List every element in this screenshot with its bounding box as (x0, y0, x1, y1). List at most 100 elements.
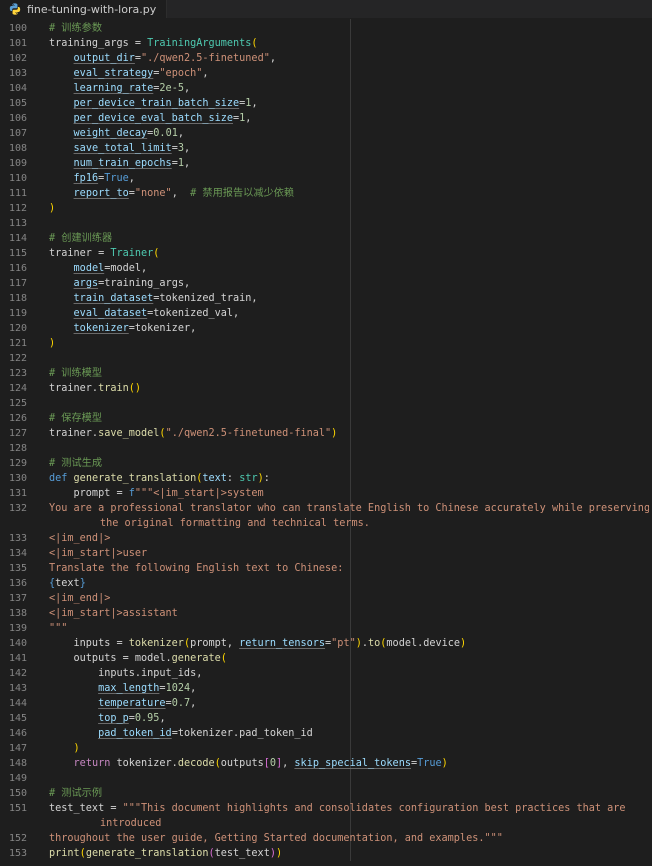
code-line[interactable]: 136 {text} (0, 576, 652, 591)
code-line[interactable]: 121) (0, 336, 652, 351)
code-line-wrap[interactable]: the original formatting and technical te… (0, 516, 652, 531)
code-token: pad_token_id (98, 728, 172, 739)
code-line[interactable]: 147 ) (0, 741, 652, 756)
code-line[interactable]: 144 temperature=0.7, (0, 696, 652, 711)
code-line[interactable]: 119 eval_dataset=tokenized_val, (0, 306, 652, 321)
code-line[interactable]: 126 # 保存模型 (0, 411, 652, 426)
code-token: return (73, 758, 117, 769)
code-line[interactable]: 140 inputs = tokenizer(prompt, return_te… (0, 636, 652, 651)
code-line-wrap[interactable]: introduced (0, 816, 652, 831)
code-text: # 保存模型 (27, 411, 649, 426)
line-number: 142 (8, 668, 27, 679)
line-number: 126 (8, 413, 27, 424)
code-line[interactable]: 153 print(generate_translation(test_text)… (0, 846, 652, 861)
code-line[interactable]: 150 # 测试示例 (0, 786, 652, 801)
code-token: text (202, 473, 227, 484)
code-text: top_p=0.95, (27, 711, 649, 726)
editor-tab[interactable]: fine-tuning-with-lora.py (0, 0, 168, 18)
code-token: # 创建训练器 (49, 233, 113, 244)
code-token: eval_strategy (73, 68, 154, 79)
code-line[interactable]: 151 test_text = """This document highligh… (0, 801, 652, 816)
code-line[interactable]: 115 trainer = Trainer( (0, 246, 652, 261)
code-line[interactable]: 125 (0, 396, 652, 411)
code-line[interactable]: 114 # 创建训练器 (0, 231, 652, 246)
code-line[interactable]: 112) (0, 201, 652, 216)
code-line[interactable]: 123 # 训练模型 (0, 366, 652, 381)
line-number: 149 (8, 773, 27, 784)
code-line[interactable]: 105 per_device_train_batch_size=1, (0, 96, 652, 111)
code-token: save_model (98, 428, 160, 439)
code-token: Translate the following English text to … (49, 563, 344, 574)
code-line[interactable]: 131 prompt = f"""<|im_start|>system (0, 486, 652, 501)
code-editor[interactable]: 100 # 训练参数 101 training_args = TrainingArgu… (0, 19, 652, 861)
code-token: decode (177, 758, 215, 769)
code-text: return tokenizer.decode(outputs[0], skip… (27, 756, 649, 771)
code-line[interactable]: 116 model=model, (0, 261, 652, 276)
code-line[interactable]: 122 (0, 351, 652, 366)
code-line[interactable]: 102 output_dir="./qwen2.5-finetuned", (0, 51, 652, 66)
code-text: args=training_args, (27, 276, 649, 291)
line-number: 115 (8, 248, 27, 259)
code-line[interactable]: 152 throughout the user guide, Getting St… (0, 831, 652, 846)
code-line[interactable]: 107 weight_decay=0.01, (0, 126, 652, 141)
code-token: : (226, 473, 240, 484)
code-text: learning_rate=2e-5, (27, 81, 649, 96)
code-line[interactable]: 106 per_device_eval_batch_size=1, (0, 111, 652, 126)
code-line[interactable]: 143 max_length=1024, (0, 681, 652, 696)
code-line[interactable]: 149 (0, 771, 652, 786)
code-line[interactable]: 134 <|im_start|>user (0, 546, 652, 561)
code-line[interactable]: 118 train_dataset=tokenized_train, (0, 291, 652, 306)
code-line[interactable]: 129 # 测试生成 (0, 456, 652, 471)
line-number: 101 (8, 38, 27, 49)
code-token: test_text (214, 848, 270, 859)
line-number: 130 (8, 473, 27, 484)
code-line[interactable]: 127 trainer.save_model("./qwen2.5-finetun… (0, 426, 652, 441)
code-line[interactable]: 139 """ (0, 621, 652, 636)
code-line[interactable]: 133 <|im_end|> (0, 531, 652, 546)
line-number (0, 816, 27, 831)
code-line[interactable]: 117 args=training_args, (0, 276, 652, 291)
code-line[interactable]: 124 trainer.train() (0, 381, 652, 396)
line-number: 138 (8, 608, 27, 619)
line-number: 136 (8, 578, 27, 589)
code-token: save_total_limit (73, 143, 172, 154)
code-line[interactable]: 138 <|im_start|>assistant (0, 606, 652, 621)
code-line[interactable]: 120 tokenizer=tokenizer, (0, 321, 652, 336)
code-token: args (73, 278, 99, 289)
code-line[interactable]: 132 You are a professional translator who… (0, 501, 652, 516)
code-token: 0.7 (171, 698, 191, 709)
code-line[interactable]: 145 top_p=0.95, (0, 711, 652, 726)
code-token: weight_decay (73, 128, 148, 139)
code-line[interactable]: 137 <|im_end|> (0, 591, 652, 606)
code-line[interactable]: 109 num_train_epochs=1, (0, 156, 652, 171)
code-text: # 训练模型 (27, 366, 649, 381)
code-line[interactable]: 110 fp16=True, (0, 171, 652, 186)
code-line[interactable]: 146 pad_token_id=tokenizer.pad_token_id (0, 726, 652, 741)
code-line[interactable]: 101 training_args = TrainingArguments( (0, 36, 652, 51)
code-line[interactable]: 113 (0, 216, 652, 231)
code-line[interactable]: 130 def generate_translation(text: str): (0, 471, 652, 486)
line-number: 152 (8, 833, 27, 844)
code-line[interactable]: 111 report_to="none", # 禁用报告以减少依赖 (0, 186, 652, 201)
code-token: True (417, 758, 442, 769)
code-line[interactable]: 108 save_total_limit=3, (0, 141, 652, 156)
code-line[interactable]: 135 Translate the following English text … (0, 561, 652, 576)
code-line[interactable]: 104 learning_rate=2e-5, (0, 81, 652, 96)
code-token: trainer = (49, 248, 111, 259)
code-line[interactable]: 141 outputs = model.generate( (0, 651, 652, 666)
code-line[interactable]: 128 (0, 441, 652, 456)
code-line[interactable]: 148 return tokenizer.decode(outputs[0], … (0, 756, 652, 771)
line-number: 132 (8, 503, 27, 514)
code-text: per_device_eval_batch_size=1, (27, 111, 649, 126)
code-line[interactable]: 142 inputs.input_ids, (0, 666, 652, 681)
code-line[interactable]: 103 eval_strategy="epoch", (0, 66, 652, 81)
code-line[interactable]: 100 # 训练参数 (0, 21, 652, 36)
line-number: 131 (8, 488, 27, 499)
code-token: temperature (98, 698, 166, 709)
